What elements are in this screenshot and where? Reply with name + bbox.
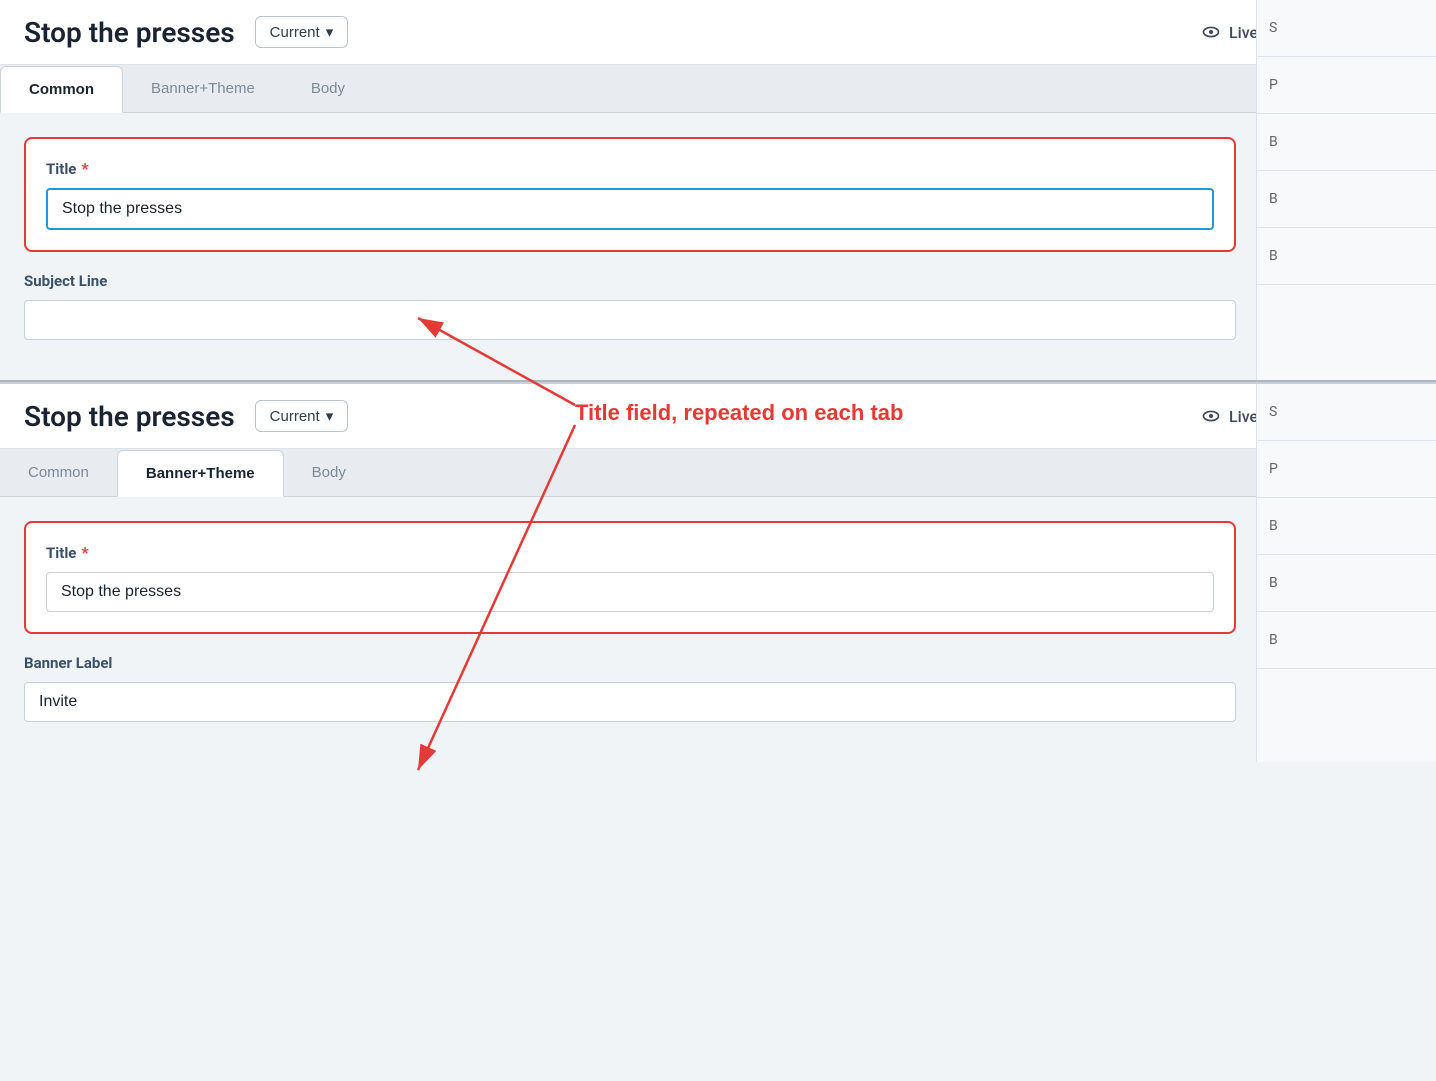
title-card-2: Title *	[24, 521, 1236, 634]
banner-input[interactable]	[24, 682, 1236, 722]
panel-2-wrapper: Stop the presses Current ▾ Live Preview …	[0, 384, 1436, 762]
title-input-2[interactable]	[46, 572, 1214, 612]
version-dropdown-2[interactable]: Current ▾	[255, 400, 349, 432]
right-panel-2-item-3: B	[1257, 498, 1436, 555]
title-input-1[interactable]	[46, 188, 1214, 230]
right-panel-item-5: B	[1257, 228, 1436, 285]
subject-section-1: Subject Line	[24, 272, 1236, 356]
right-panel-1: S P B B B	[1256, 0, 1436, 380]
right-panel-2-item-2: P	[1257, 441, 1436, 498]
tabs-bar-2: Common Banner+Theme Body	[0, 449, 1436, 497]
tabs-bar-1: Common Banner+Theme Body	[0, 65, 1436, 113]
right-panel-item-2: P	[1257, 57, 1436, 114]
eye-icon-1	[1201, 22, 1221, 42]
right-panel-2-item-4: B	[1257, 555, 1436, 612]
right-panel-item-1: S	[1257, 0, 1436, 57]
version-dropdown-1[interactable]: Current ▾	[255, 16, 349, 48]
right-panel-item-3: B	[1257, 114, 1436, 171]
header-1: Stop the presses Current ▾ Live Preview …	[0, 0, 1436, 65]
page-title-2: Stop the presses	[24, 400, 235, 433]
right-panel-2: S P B B B	[1256, 384, 1436, 762]
required-star-1: *	[81, 159, 88, 178]
banner-label: Banner Label	[24, 654, 1236, 672]
banner-section: Banner Label	[24, 654, 1236, 738]
right-panel-2-item-1: S	[1257, 384, 1436, 441]
tab-body-2[interactable]: Body	[284, 449, 374, 496]
right-panel-2-item-5: B	[1257, 612, 1436, 669]
tab-common-2[interactable]: Common	[0, 449, 117, 496]
title-card-1: Title *	[24, 137, 1236, 252]
page-title-1: Stop the presses	[24, 16, 235, 49]
eye-icon-2	[1201, 406, 1221, 426]
required-star-2: *	[81, 543, 88, 562]
subject-label-1: Subject Line	[24, 272, 1236, 290]
content-area-2: Title * Banner Label	[0, 497, 1436, 762]
tab-banner-theme-2[interactable]: Banner+Theme	[117, 450, 284, 497]
subject-input-1[interactable]	[24, 300, 1236, 340]
content-area-1: Title * Subject Line	[0, 113, 1436, 380]
tab-common-1[interactable]: Common	[0, 66, 123, 113]
right-panel-item-4: B	[1257, 171, 1436, 228]
title-label-2: Title *	[46, 543, 1214, 562]
tab-banner-theme-1[interactable]: Banner+Theme	[123, 65, 283, 112]
header-2: Stop the presses Current ▾ Live Preview …	[0, 384, 1436, 449]
title-label-1: Title *	[46, 159, 1214, 178]
tab-body-1[interactable]: Body	[283, 65, 373, 112]
